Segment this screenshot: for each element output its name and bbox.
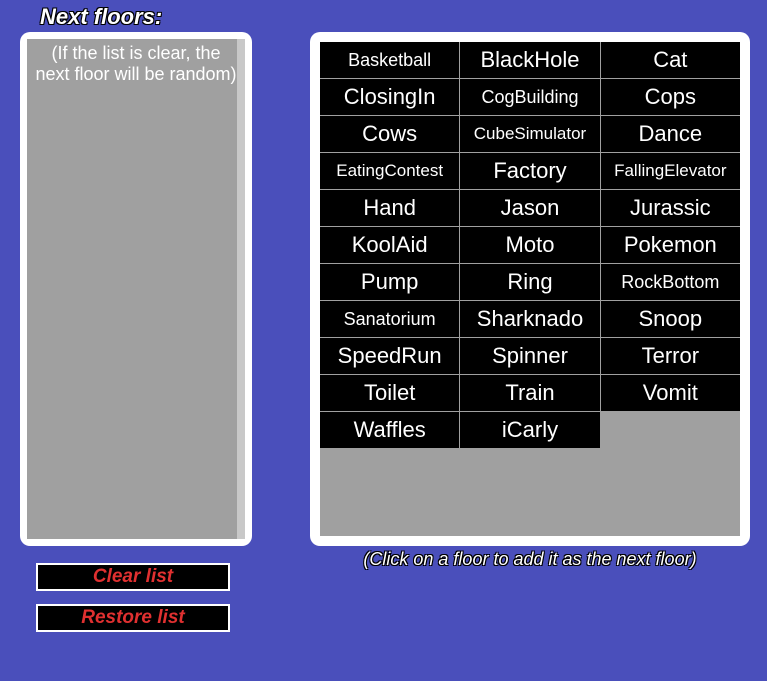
- floor-cell[interactable]: FallingElevator: [601, 153, 740, 189]
- floor-cell[interactable]: BlackHole: [460, 42, 599, 78]
- clear-list-button[interactable]: Clear list: [36, 563, 230, 591]
- floor-cell[interactable]: Jason: [460, 190, 599, 226]
- floor-cell[interactable]: Toilet: [320, 375, 459, 411]
- floor-cell[interactable]: Dance: [601, 116, 740, 152]
- floors-panel: BasketballBlackHoleCat ClosingInCogBuildi…: [310, 32, 750, 546]
- floor-cell[interactable]: iCarly: [460, 412, 599, 448]
- floor-cell[interactable]: Pump: [320, 264, 459, 300]
- floor-cell[interactable]: Vomit: [601, 375, 740, 411]
- floor-cell[interactable]: Cows: [320, 116, 459, 152]
- floor-cell[interactable]: ClosingIn: [320, 79, 459, 115]
- floor-cell[interactable]: CubeSimulator: [460, 116, 599, 152]
- scrollbar[interactable]: [237, 39, 245, 539]
- floor-cell[interactable]: Basketball: [320, 42, 459, 78]
- floor-cell[interactable]: KoolAid: [320, 227, 459, 263]
- next-floors-list[interactable]: (If the list is clear, the next floor wi…: [27, 39, 245, 539]
- floor-cell[interactable]: Sharknado: [460, 301, 599, 337]
- floors-panel-inner: BasketballBlackHoleCat ClosingInCogBuildi…: [320, 42, 740, 536]
- floor-cell[interactable]: Pokemon: [601, 227, 740, 263]
- floor-cell[interactable]: Moto: [460, 227, 599, 263]
- floor-cell[interactable]: CogBuilding: [460, 79, 599, 115]
- page-title: Next floors:: [40, 4, 162, 30]
- floor-cell[interactable]: Train: [460, 375, 599, 411]
- floor-cell[interactable]: Hand: [320, 190, 459, 226]
- floor-cell[interactable]: Terror: [601, 338, 740, 374]
- next-floors-panel: (If the list is clear, the next floor wi…: [20, 32, 252, 546]
- floors-grid: BasketballBlackHoleCat ClosingInCogBuildi…: [320, 42, 740, 448]
- floor-cell[interactable]: Ring: [460, 264, 599, 300]
- empty-list-hint: (If the list is clear, the next floor wi…: [27, 39, 245, 84]
- floor-cell[interactable]: Jurassic: [601, 190, 740, 226]
- restore-list-button[interactable]: Restore list: [36, 604, 230, 632]
- floor-cell[interactable]: EatingContest: [320, 153, 459, 189]
- floor-cell[interactable]: Spinner: [460, 338, 599, 374]
- floor-cell[interactable]: Cat: [601, 42, 740, 78]
- floor-cell[interactable]: Snoop: [601, 301, 740, 337]
- floor-cell[interactable]: Cops: [601, 79, 740, 115]
- floor-cell[interactable]: Sanatorium: [320, 301, 459, 337]
- click-hint: (Click on a floor to add it as the next …: [310, 549, 750, 570]
- floor-cell[interactable]: RockBottom: [601, 264, 740, 300]
- floor-cell[interactable]: Waffles: [320, 412, 459, 448]
- floor-cell[interactable]: SpeedRun: [320, 338, 459, 374]
- floor-cell[interactable]: Factory: [460, 153, 599, 189]
